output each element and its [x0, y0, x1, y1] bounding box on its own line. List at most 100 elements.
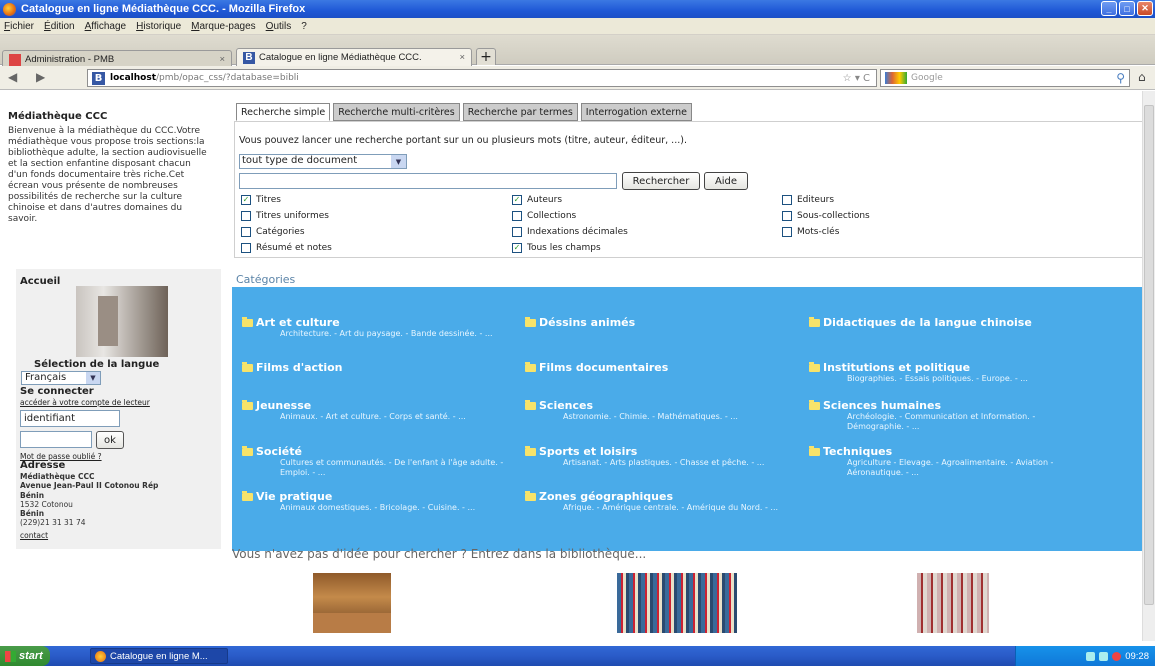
search-button[interactable]: Rechercher [622, 172, 700, 190]
checkbox[interactable] [512, 227, 522, 237]
tab-close-icon[interactable]: × [219, 54, 225, 65]
category-item[interactable]: Films d'action [242, 361, 512, 374]
ok-button[interactable]: ok [96, 431, 124, 449]
vertical-scrollbar[interactable] [1142, 91, 1155, 641]
category-name[interactable]: Vie pratique [256, 490, 332, 503]
account-link[interactable]: accéder à votre compte de lecteur [20, 398, 150, 407]
category-name[interactable]: Films d'action [256, 361, 343, 374]
category-name[interactable]: Sports et loisirs [539, 445, 637, 458]
tray-alert-icon[interactable] [1112, 651, 1122, 661]
field-auteurs[interactable]: ✓ Auteurs [512, 195, 562, 205]
category-item[interactable]: Jeunesse Animaux. - Art et culture. - Cor… [242, 399, 512, 422]
scrollbar-thumb[interactable] [1144, 105, 1154, 605]
login-input[interactable]: identifiant [20, 410, 120, 427]
category-item[interactable]: Art et culture Architecture. - Art du pay… [242, 316, 512, 339]
field-editeurs[interactable]: Editeurs [782, 195, 834, 205]
category-item[interactable]: Sports et loisirs Artisanat. - Arts plast… [525, 445, 795, 468]
new-tab-button[interactable]: + [476, 48, 496, 65]
google-search-box[interactable]: Google ⚲ [880, 69, 1130, 87]
tab-recherche-par-termes[interactable]: Recherche par termes [462, 103, 578, 121]
category-subs[interactable]: Biographies. - Essais politiques. - Euro… [847, 374, 1079, 384]
category-subs[interactable]: Agriculture - Elevage. - Agroalimentaire… [847, 458, 1079, 478]
menu-fichier[interactable]: Fichier [4, 21, 34, 32]
category-name[interactable]: Société [256, 445, 302, 458]
checkbox-checked[interactable]: ✓ [512, 195, 522, 205]
category-name[interactable]: Jeunesse [256, 399, 311, 412]
category-item[interactable]: Films documentaires [525, 361, 795, 374]
field-resume-notes[interactable]: Résumé et notes [241, 243, 332, 253]
category-item[interactable]: Didactiques de la langue chinoise [809, 316, 1079, 329]
chevron-down-icon[interactable]: ▼ [86, 372, 100, 384]
checkbox[interactable] [512, 211, 522, 221]
url-bar[interactable]: B localhost/pmb/opac_css/?database=bibli… [87, 69, 877, 87]
category-name[interactable]: Techniques [823, 445, 892, 458]
category-item[interactable]: Société Cultures et communautés. - De l'e… [242, 445, 512, 478]
menu-marque-pages[interactable]: Marque-pages [191, 21, 256, 32]
category-name[interactable]: Sciences [539, 399, 593, 412]
category-name[interactable]: Art et culture [256, 316, 340, 329]
home-icon[interactable]: ⌂ [1138, 70, 1146, 84]
maximize-button[interactable]: □ [1119, 1, 1135, 16]
category-item[interactable]: Techniques Agriculture - Elevage. - Agroa… [809, 445, 1079, 478]
checkbox[interactable] [782, 227, 792, 237]
tab-catalogue[interactable]: B Catalogue en ligne Médiathèque CCC. × [236, 48, 472, 66]
category-item[interactable]: Sciences Astronomie. - Chimie. - Mathémat… [525, 399, 795, 422]
category-subs[interactable]: Afrique. - Amérique centrale. - Amérique… [563, 503, 795, 513]
category-name[interactable]: Didactiques de la langue chinoise [823, 316, 1032, 329]
category-subs[interactable]: Animaux. - Art et culture. - Corps et sa… [280, 412, 512, 422]
menu-affichage[interactable]: Affichage [85, 21, 127, 32]
back-button[interactable]: ◀ [8, 70, 17, 84]
field-sous-collections[interactable]: Sous-collections [782, 211, 870, 221]
category-subs[interactable]: Artisanat. - Arts plastiques. - Chasse e… [563, 458, 795, 468]
checkbox[interactable] [782, 211, 792, 221]
category-subs[interactable]: Architecture. - Art du paysage. - Bande … [280, 329, 512, 339]
forward-button[interactable]: ▶ [36, 70, 45, 84]
category-subs[interactable]: Archéologie. - Communication et Informat… [847, 412, 1079, 432]
category-name[interactable]: Zones géographiques [539, 490, 673, 503]
checkbox[interactable] [241, 243, 251, 253]
tab-close-icon[interactable]: × [459, 52, 465, 63]
reload-icon[interactable]: ☆ ▾ C [843, 73, 870, 84]
start-button[interactable]: start [0, 646, 50, 666]
category-subs[interactable]: Animaux domestiques. - Bricolage. - Cuis… [280, 503, 512, 513]
category-name[interactable]: Institutions et politique [823, 361, 970, 374]
accueil-link[interactable]: Accueil [20, 276, 60, 287]
close-button[interactable]: ✕ [1137, 1, 1153, 16]
menu-edition[interactable]: Édition [44, 21, 75, 32]
category-item[interactable]: Zones géographiques Afrique. - Amérique c… [525, 490, 795, 513]
library-photo-reading-room[interactable] [313, 573, 391, 633]
field-mots-cles[interactable]: Mots-clés [782, 227, 839, 237]
magnifier-icon[interactable]: ⚲ [1116, 71, 1125, 85]
checkbox-checked[interactable]: ✓ [512, 243, 522, 253]
category-name[interactable]: Déssins animés [539, 316, 635, 329]
menu-help[interactable]: ? [301, 21, 307, 32]
field-collections[interactable]: Collections [512, 211, 576, 221]
minimize-button[interactable]: _ [1101, 1, 1117, 16]
category-subs[interactable]: Astronomie. - Chimie. - Mathématiques. -… [563, 412, 795, 422]
category-item[interactable]: Déssins animés [525, 316, 795, 329]
checkbox[interactable] [241, 211, 251, 221]
help-button[interactable]: Aide [704, 172, 748, 190]
field-tous-les-champs[interactable]: ✓ Tous les champs [512, 243, 601, 253]
category-name[interactable]: Films documentaires [539, 361, 668, 374]
field-categories[interactable]: Catégories [241, 227, 305, 237]
checkbox-checked[interactable]: ✓ [241, 195, 251, 205]
language-select[interactable]: Français ▼ [21, 371, 101, 385]
category-name[interactable]: Sciences humaines [823, 399, 941, 412]
chevron-down-icon[interactable]: ▼ [391, 155, 406, 168]
field-indexations-decimales[interactable]: Indexations décimales [512, 227, 628, 237]
tab-recherche-simple[interactable]: Recherche simple [236, 103, 331, 121]
category-item[interactable]: Vie pratique Animaux domestiques. - Brico… [242, 490, 512, 513]
category-item[interactable]: Sciences humaines Archéologie. - Communic… [809, 399, 1079, 432]
tab-interrogation-externe[interactable]: Interrogation externe [580, 103, 692, 121]
checkbox[interactable] [782, 195, 792, 205]
field-titres-uniformes[interactable]: Titres uniformes [241, 211, 329, 221]
document-type-select[interactable]: tout type de document ▼ [239, 154, 407, 169]
tray-volume-icon[interactable] [1099, 651, 1109, 661]
library-photo-shelves[interactable] [617, 573, 737, 633]
taskbar-firefox-item[interactable]: Catalogue en ligne M... [90, 648, 228, 664]
category-subs[interactable]: Cultures et communautés. - De l'enfant à… [280, 458, 512, 478]
menu-outils[interactable]: Outils [266, 21, 292, 32]
tab-recherche-multi-criteres[interactable]: Recherche multi-critères [333, 103, 460, 121]
category-item[interactable]: Institutions et politique Biographies. - … [809, 361, 1079, 384]
